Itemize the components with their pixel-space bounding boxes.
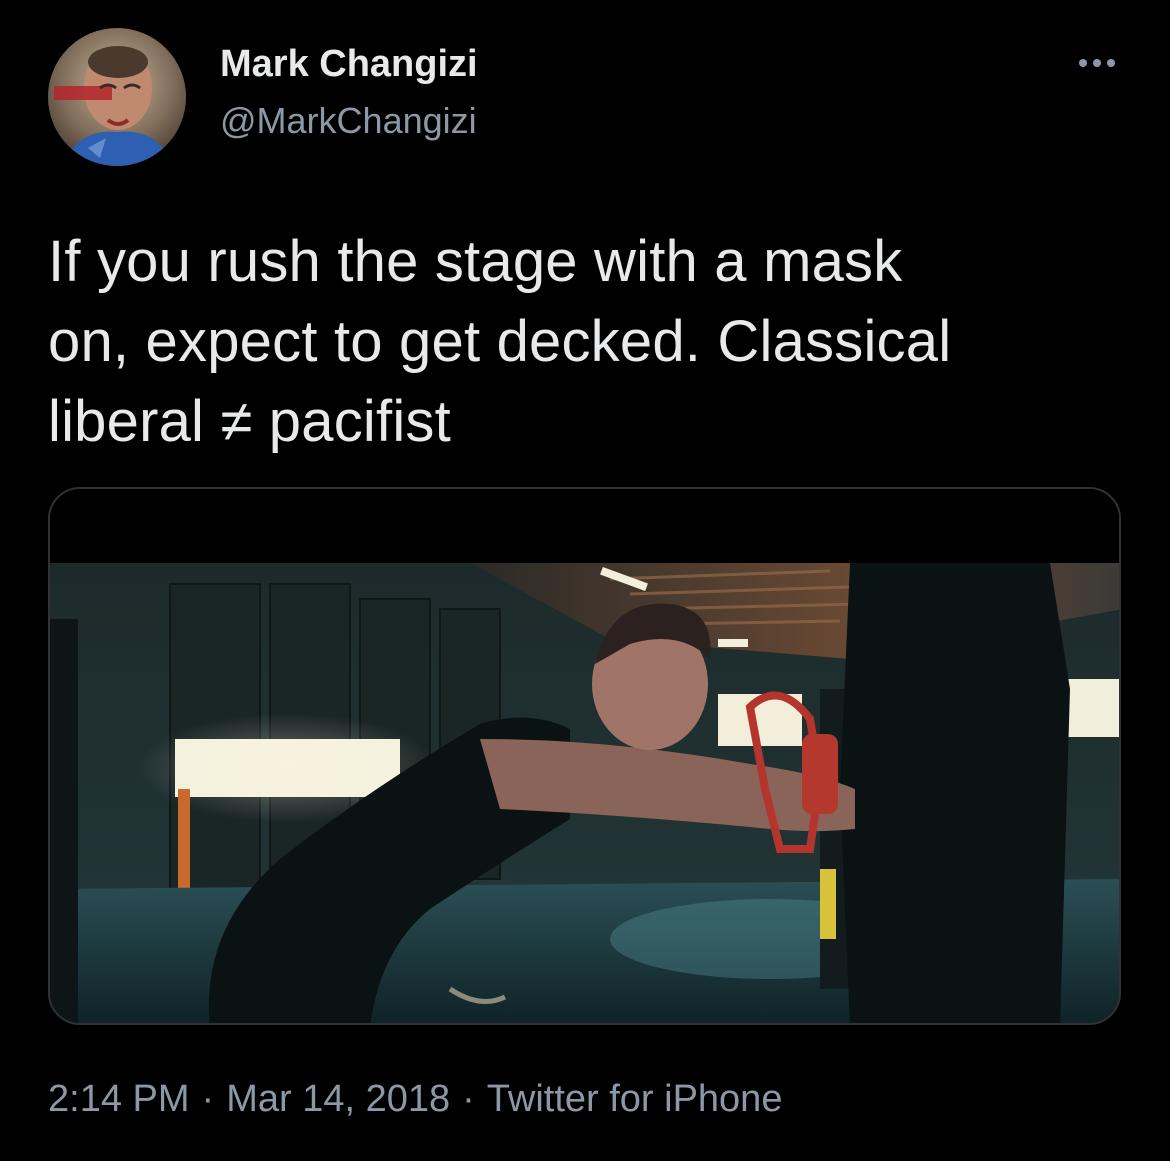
- tweet-text-line: If you rush the stage with a mask: [48, 229, 903, 294]
- user-handle[interactable]: @MarkChangizi: [220, 98, 477, 144]
- meta-separator: ·: [462, 1078, 475, 1120]
- tweet-date[interactable]: Mar 14, 2018: [226, 1078, 450, 1120]
- media-attachment[interactable]: [48, 487, 1121, 1025]
- more-dots-icon: [1079, 59, 1087, 67]
- tweet: Mark Changizi @MarkChangizi If you rush …: [0, 0, 1170, 1161]
- display-name[interactable]: Mark Changizi: [220, 40, 478, 88]
- more-options-button[interactable]: [1070, 48, 1124, 78]
- painted-portrait-avatar: [48, 28, 186, 166]
- more-dot: [1093, 59, 1101, 67]
- avatar[interactable]: [48, 28, 186, 166]
- tweet-metadata: 2:14 PM · Mar 14, 2018 · Twitter for iPhone: [48, 1074, 782, 1124]
- tweet-time[interactable]: 2:14 PM: [48, 1078, 190, 1120]
- more-dot: [1107, 59, 1115, 67]
- tweet-text-line: on, expect to get decked. Classical: [48, 309, 952, 374]
- video-still-boxer-pushing-heavy-bag: [50, 489, 1119, 1023]
- tweet-text-line: liberal ≠ pacifist: [48, 389, 451, 454]
- tweet-text: If you rush the stage with a mask on, ex…: [48, 222, 1128, 462]
- tweet-source-link[interactable]: Twitter for iPhone: [487, 1078, 783, 1120]
- meta-separator: ·: [201, 1078, 215, 1120]
